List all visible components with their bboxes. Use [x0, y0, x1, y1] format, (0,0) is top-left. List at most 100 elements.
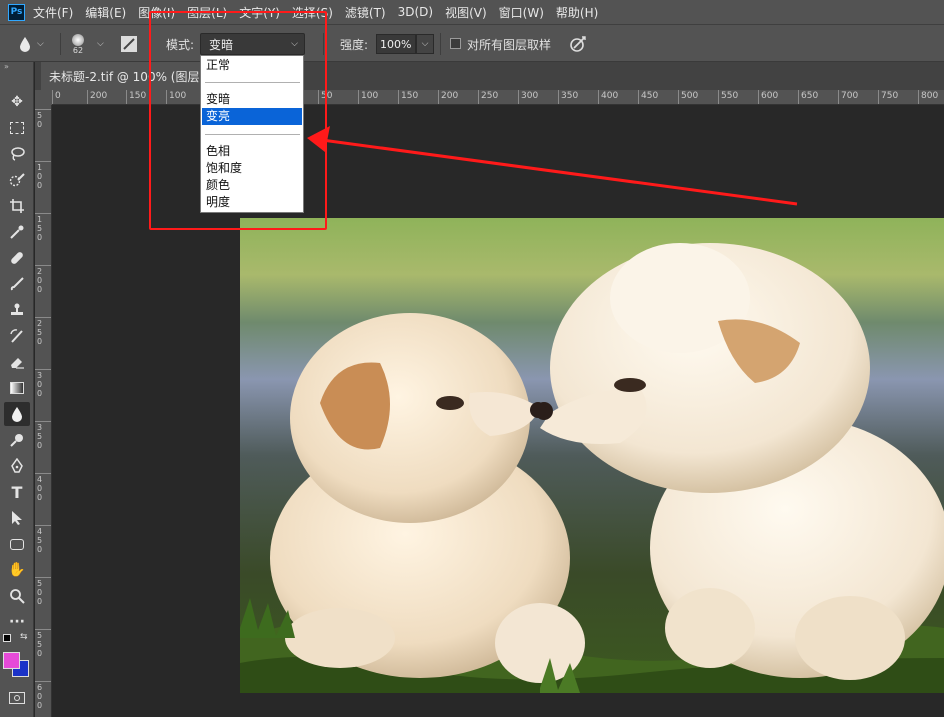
lasso-icon[interactable]: [4, 142, 30, 166]
ruler-label: 250: [481, 91, 499, 101]
ruler-label: 600: [761, 91, 779, 101]
eraser-glyph: [11, 358, 24, 369]
more-icon[interactable]: ···: [4, 610, 30, 634]
ruler-label: 150: [401, 91, 419, 101]
strength-label: 强度:: [340, 37, 369, 52]
zoom-icon[interactable]: [4, 584, 30, 608]
ruler-label: 550: [721, 91, 739, 101]
brush-settings-icon: [121, 36, 137, 52]
shape-icon[interactable]: [4, 532, 30, 556]
pressure-icon: [570, 36, 586, 52]
annotation-highlight-box: [149, 11, 327, 230]
hand-icon[interactable]: ✋: [4, 558, 30, 582]
gradient-icon[interactable]: [4, 376, 30, 400]
brush-icon[interactable]: [4, 272, 30, 296]
crop-icon[interactable]: [4, 194, 30, 218]
puppies-photo: [240, 218, 944, 693]
marquee-icon[interactable]: [4, 116, 30, 140]
sample-all-layers-checkbox[interactable]: [450, 38, 461, 49]
divider: [440, 33, 441, 55]
ruler-tick: [35, 369, 51, 370]
quick-mask-icon[interactable]: [9, 692, 25, 704]
brush-size-picker[interactable]: 62: [72, 25, 84, 63]
ruler-tick: [35, 629, 51, 630]
puppies-image: [240, 218, 944, 693]
dodge-glyph: [10, 434, 23, 447]
path-select-icon[interactable]: [4, 506, 30, 530]
ruler-label: 200: [90, 91, 108, 101]
ruler-tick: [35, 681, 51, 682]
panel-collapse-icon[interactable]: »: [4, 62, 9, 71]
arrow-glyph: [12, 511, 22, 525]
tools-panel: » ✥ T ✋ ··· ⇆: [0, 62, 34, 717]
ruler-label: 450: [37, 527, 43, 554]
ruler-tick: [126, 90, 127, 104]
ruler-tick: [35, 577, 51, 578]
quick-select-icon[interactable]: [4, 168, 30, 192]
menu-3d[interactable]: 3D(D): [398, 5, 433, 19]
brush-size-dropdown[interactable]: ⌵: [97, 25, 104, 63]
strength-dropdown[interactable]: ⌵: [416, 34, 434, 54]
default-colors-icon[interactable]: [3, 634, 11, 642]
menu-help[interactable]: 帮助(H): [556, 4, 598, 21]
eraser-icon[interactable]: [4, 350, 30, 374]
brush-tip-icon: [72, 33, 84, 46]
pen-icon[interactable]: [4, 454, 30, 478]
ruler-label: 50: [37, 111, 43, 129]
marquee-shape: [10, 122, 24, 134]
chevron-down-icon: ⌵: [421, 39, 429, 49]
strength-input[interactable]: 100%: [376, 34, 416, 54]
foreground-color-swatch[interactable]: [3, 652, 20, 669]
stamp-icon[interactable]: [4, 298, 30, 322]
ruler-tick: [35, 213, 51, 214]
ruler-label: 650: [801, 91, 819, 101]
ruler-tick: [398, 90, 399, 104]
blur-icon[interactable]: [4, 402, 30, 426]
ruler-tick: [35, 421, 51, 422]
history-brush-glyph: [10, 329, 23, 343]
photoshop-logo: Ps: [8, 3, 25, 21]
ruler-label: 500: [681, 91, 699, 101]
healing-icon[interactable]: [4, 246, 30, 270]
eyedropper-icon[interactable]: [4, 220, 30, 244]
menu-filter[interactable]: 滤镜(T): [345, 4, 386, 21]
magnifier-glyph: [10, 589, 25, 604]
healing-glyph: [11, 252, 23, 264]
pressure-button[interactable]: [568, 25, 588, 63]
ruler-tick: [598, 90, 599, 104]
ruler-tick: [52, 90, 53, 104]
shape-rect: [10, 538, 24, 550]
ruler-label: 100: [37, 163, 43, 190]
divider: [60, 33, 61, 55]
dodge-icon[interactable]: [4, 428, 30, 452]
menu-edit[interactable]: 编辑(E): [85, 4, 126, 21]
menu-window[interactable]: 窗口(W): [499, 4, 544, 21]
ruler-label: 200: [441, 91, 459, 101]
ruler-tick: [438, 90, 439, 104]
stamp-glyph: [11, 303, 23, 315]
history-brush-icon[interactable]: [4, 324, 30, 348]
ruler-tick: [878, 90, 879, 104]
blur-tool-icon: [20, 37, 30, 52]
type-icon[interactable]: T: [4, 480, 30, 504]
swap-colors-icon[interactable]: ⇆: [20, 632, 28, 642]
crop-glyph: [10, 199, 24, 213]
menu-file[interactable]: 文件(F): [33, 4, 73, 21]
brush-settings-button[interactable]: [120, 25, 138, 63]
ruler-origin[interactable]: [35, 90, 52, 105]
eyedropper-glyph: [10, 225, 24, 239]
ruler-tick: [518, 90, 519, 104]
move-icon[interactable]: ✥: [4, 90, 30, 114]
ruler-tick: [798, 90, 799, 104]
ruler-tick: [35, 317, 51, 318]
ruler-tick: [35, 525, 51, 526]
ruler-tick: [35, 473, 51, 474]
menu-view[interactable]: 视图(V): [445, 4, 487, 21]
vertical-ruler[interactable]: 50 100 150 200 250 300 350 400 450 500 550 600: [35, 105, 52, 717]
ruler-label: 0: [55, 91, 61, 101]
tool-preset-picker[interactable]: ⌵: [18, 25, 44, 63]
ruler-label: 350: [37, 423, 43, 450]
ruler-tick: [478, 90, 479, 104]
ruler-label: 500: [37, 579, 43, 606]
ruler-label: 150: [37, 215, 43, 242]
